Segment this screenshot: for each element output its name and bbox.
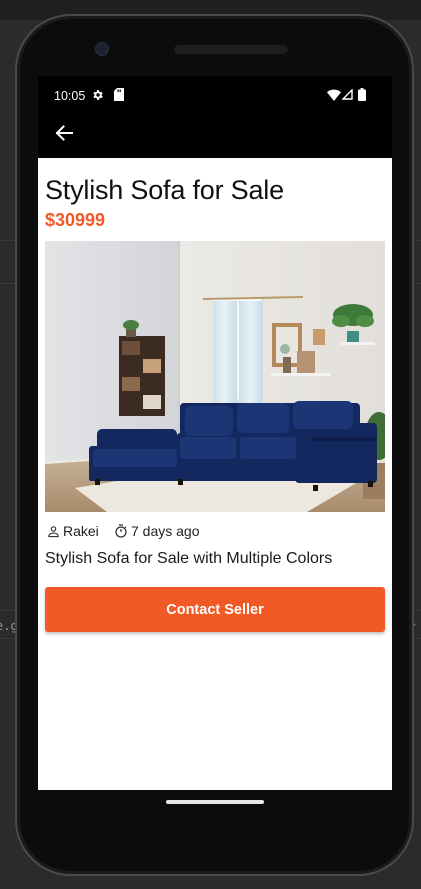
timer-icon [115, 524, 127, 538]
wifi-icon [327, 89, 341, 101]
app-bar [38, 116, 392, 158]
posted-time-label: 7 days ago [131, 523, 200, 539]
settings-icon [93, 90, 103, 100]
listing-detail: Stylish Sofa for Sale $30999 Rakei 7 day… [38, 158, 392, 790]
person-icon [48, 525, 59, 537]
home-indicator[interactable] [166, 800, 264, 804]
sd-card-icon [114, 88, 124, 101]
listing-price: $30999 [45, 210, 106, 230]
posted-time: 7 days ago [113, 522, 200, 540]
listing-title: Stylish Sofa for Sale [45, 175, 284, 205]
seller-name: Rakei [63, 523, 99, 539]
device-screen: 10:05 Stylish Sofa for Sale $30999 Rakei… [38, 76, 392, 790]
front-camera [95, 42, 109, 56]
arrow-back-icon[interactable] [50, 119, 78, 147]
cellular-signal-icon [342, 89, 353, 100]
seller-info: Rakei [46, 522, 99, 540]
status-time: 10:05 [54, 89, 86, 103]
battery-icon [358, 88, 366, 101]
listing-description: Stylish Sofa for Sale with Multiple Colo… [45, 550, 333, 567]
product-image[interactable] [45, 241, 385, 512]
status-bar: 10:05 [38, 76, 392, 116]
contact-seller-button[interactable]: Contact Seller [45, 587, 385, 632]
earpiece-speaker [174, 45, 288, 54]
